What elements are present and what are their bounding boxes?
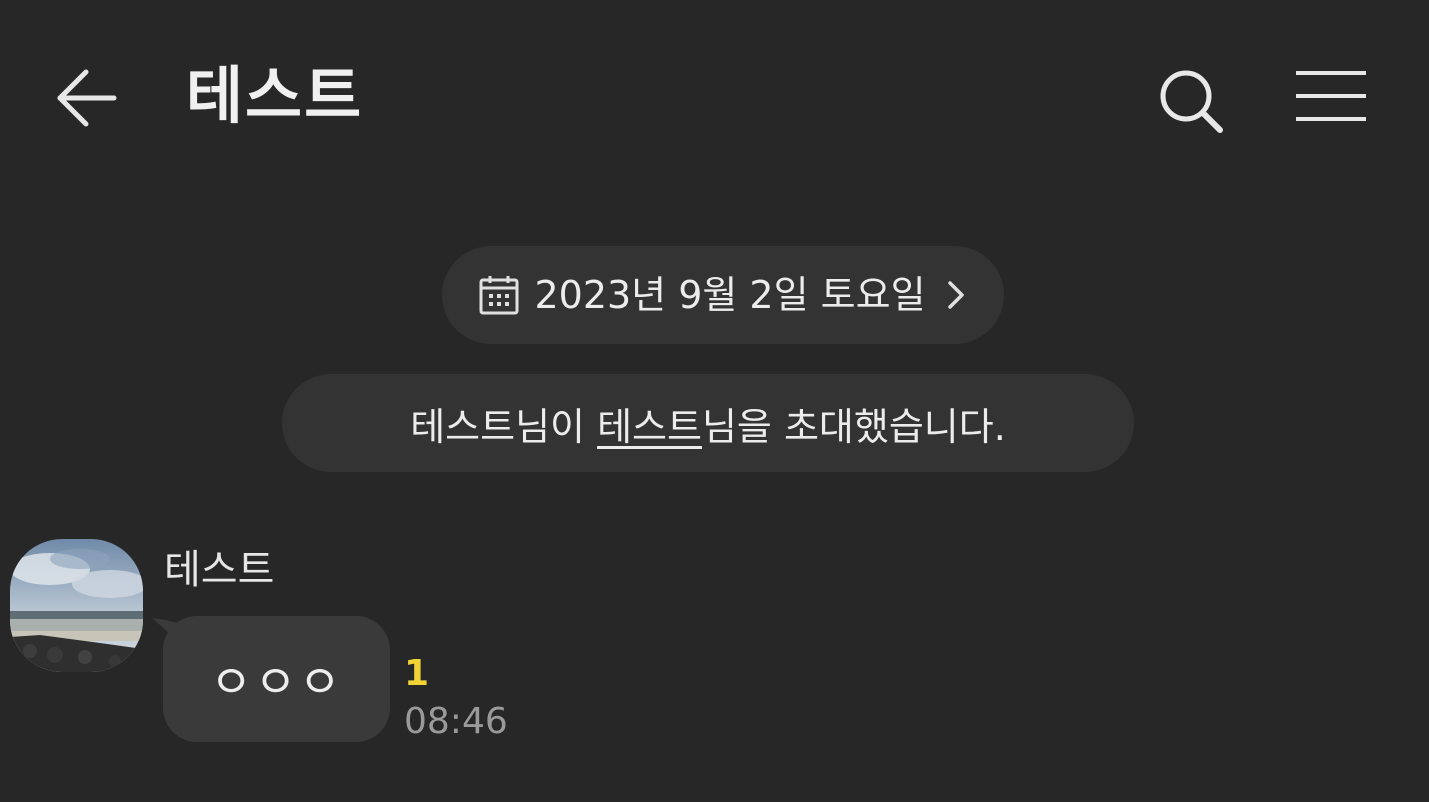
profile-photo (10, 539, 143, 672)
date-chip[interactable]: 2023년 9월 2일 토요일 (442, 246, 1004, 344)
chat-title: 테스트 (186, 59, 364, 132)
app-header: 테스트 (0, 0, 1429, 190)
message-text: ㅇㅇㅇ (210, 655, 343, 709)
notice-actor: 테스트 (410, 404, 516, 449)
menu-button[interactable] (1292, 66, 1370, 128)
message-bubble[interactable]: ㅇㅇㅇ (163, 616, 390, 742)
unread-count: 1 (404, 653, 430, 694)
notice-invitee-link[interactable]: 테스트 (597, 396, 702, 451)
date-label: 2023년 9월 2일 토요일 (534, 273, 926, 317)
chevron-right-icon (947, 281, 964, 309)
message-time: 08:46 (404, 701, 508, 742)
notice-text-1: 님이 (515, 404, 598, 449)
hamburger-menu-icon (1296, 71, 1366, 121)
chat-screen: 테스트 2023년 9월 2일 토요일 테스트 님이 테스트 님을 초대했습니다… (0, 0, 1429, 802)
calendar-icon (479, 276, 519, 315)
avatar[interactable] (10, 539, 143, 672)
notice-text-2: 님을 초대했습니다. (701, 404, 1006, 449)
arrow-left-icon (57, 69, 117, 127)
back-button[interactable] (52, 64, 122, 134)
search-button[interactable] (1156, 66, 1226, 136)
search-icon (1160, 70, 1223, 133)
invite-notice: 테스트 님이 테스트 님을 초대했습니다. (282, 374, 1134, 472)
sender-name: 테스트 (164, 547, 275, 593)
